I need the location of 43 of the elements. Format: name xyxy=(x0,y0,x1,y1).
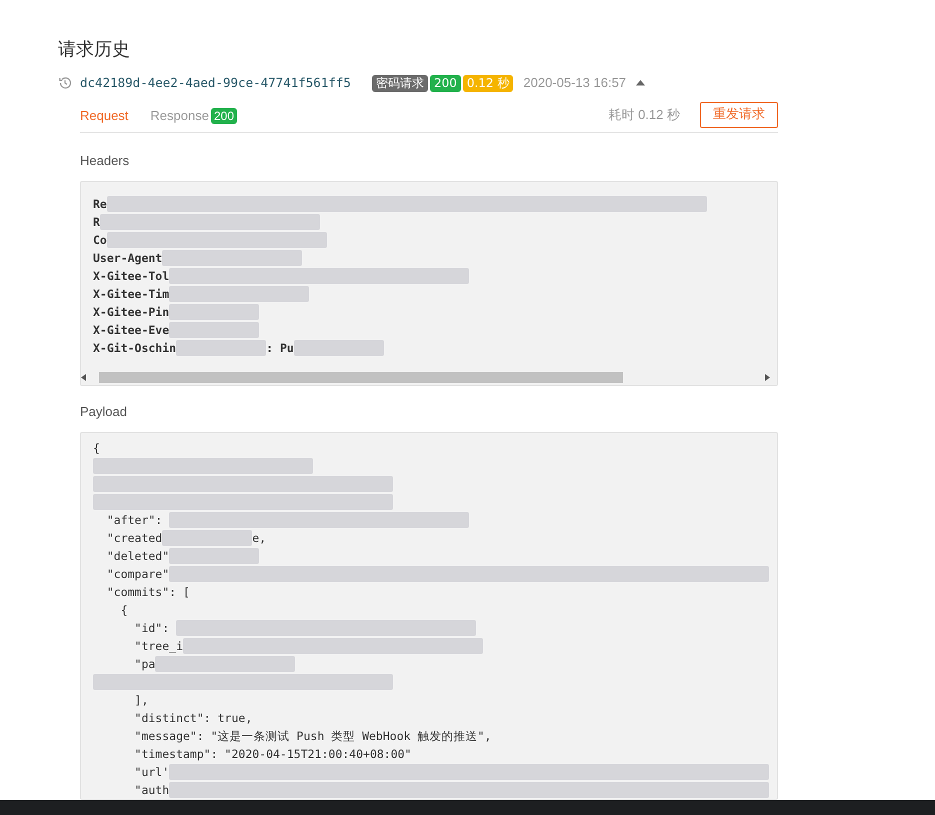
code-text: "pa xyxy=(134,656,156,673)
resend-button[interactable]: 重发请求 xyxy=(700,102,778,128)
code-text: X-Gitee-Eve xyxy=(93,322,170,339)
caret-icon[interactable] xyxy=(636,80,646,86)
code-text: User-Agent xyxy=(93,250,162,267)
section-label: Payload xyxy=(80,403,128,420)
code-text: "compare" xyxy=(106,566,170,583)
code-text: "created xyxy=(106,530,162,547)
code-text: "after": xyxy=(106,512,164,529)
code-text: "id": xyxy=(134,620,170,637)
history-icon xyxy=(58,76,72,90)
tag: 密码请求 xyxy=(372,74,428,92)
request-id: dc42189d-4ee2-4aed-99ce-47741f561ff5 xyxy=(80,74,351,92)
code-text: X-Gitee-Pin xyxy=(93,304,170,321)
duration-text: 耗时 0.12 秒 xyxy=(608,106,680,124)
section-label: Headers xyxy=(80,152,130,169)
tag: 200 xyxy=(430,74,461,92)
code-text: "auth xyxy=(134,782,170,799)
status-badge: 200 xyxy=(210,108,237,124)
code-text: ], xyxy=(134,692,148,709)
code-text: Re xyxy=(93,196,107,213)
code-text: "commits": [ xyxy=(106,584,190,601)
tag: 0.12 秒 xyxy=(462,74,514,92)
tab[interactable]: Response 200 xyxy=(150,104,237,128)
code-text: { xyxy=(93,440,100,457)
scrollbar-thumb[interactable] xyxy=(99,372,623,383)
code-text: X-Git-Oschin xyxy=(93,340,176,357)
code-text: e, xyxy=(252,530,266,547)
request-time: 2020-05-13 16:57 xyxy=(523,74,626,92)
code-text: X-Gitee-Tol xyxy=(93,268,170,285)
code-text: "timestamp": "2020-04-15T21:00:40+08:00" xyxy=(134,746,412,763)
code-text: "deleted" xyxy=(106,548,170,565)
code-text: "url' xyxy=(134,764,170,781)
code-text: { xyxy=(120,602,128,619)
code-text: X-Gitee-Tim xyxy=(93,286,170,303)
code-text: "tree_i xyxy=(134,638,184,655)
page-title: 请求历史 xyxy=(58,38,131,62)
code-text: R xyxy=(93,214,100,231)
code-text: "distinct": true, xyxy=(134,710,252,727)
code-text: "message": "这是一条测试 Push 类型 WebHook 触发的推送", xyxy=(134,728,492,745)
code-text: Co xyxy=(93,232,107,249)
code-text: : Pu xyxy=(266,340,294,357)
tab[interactable]: Request xyxy=(80,104,128,128)
